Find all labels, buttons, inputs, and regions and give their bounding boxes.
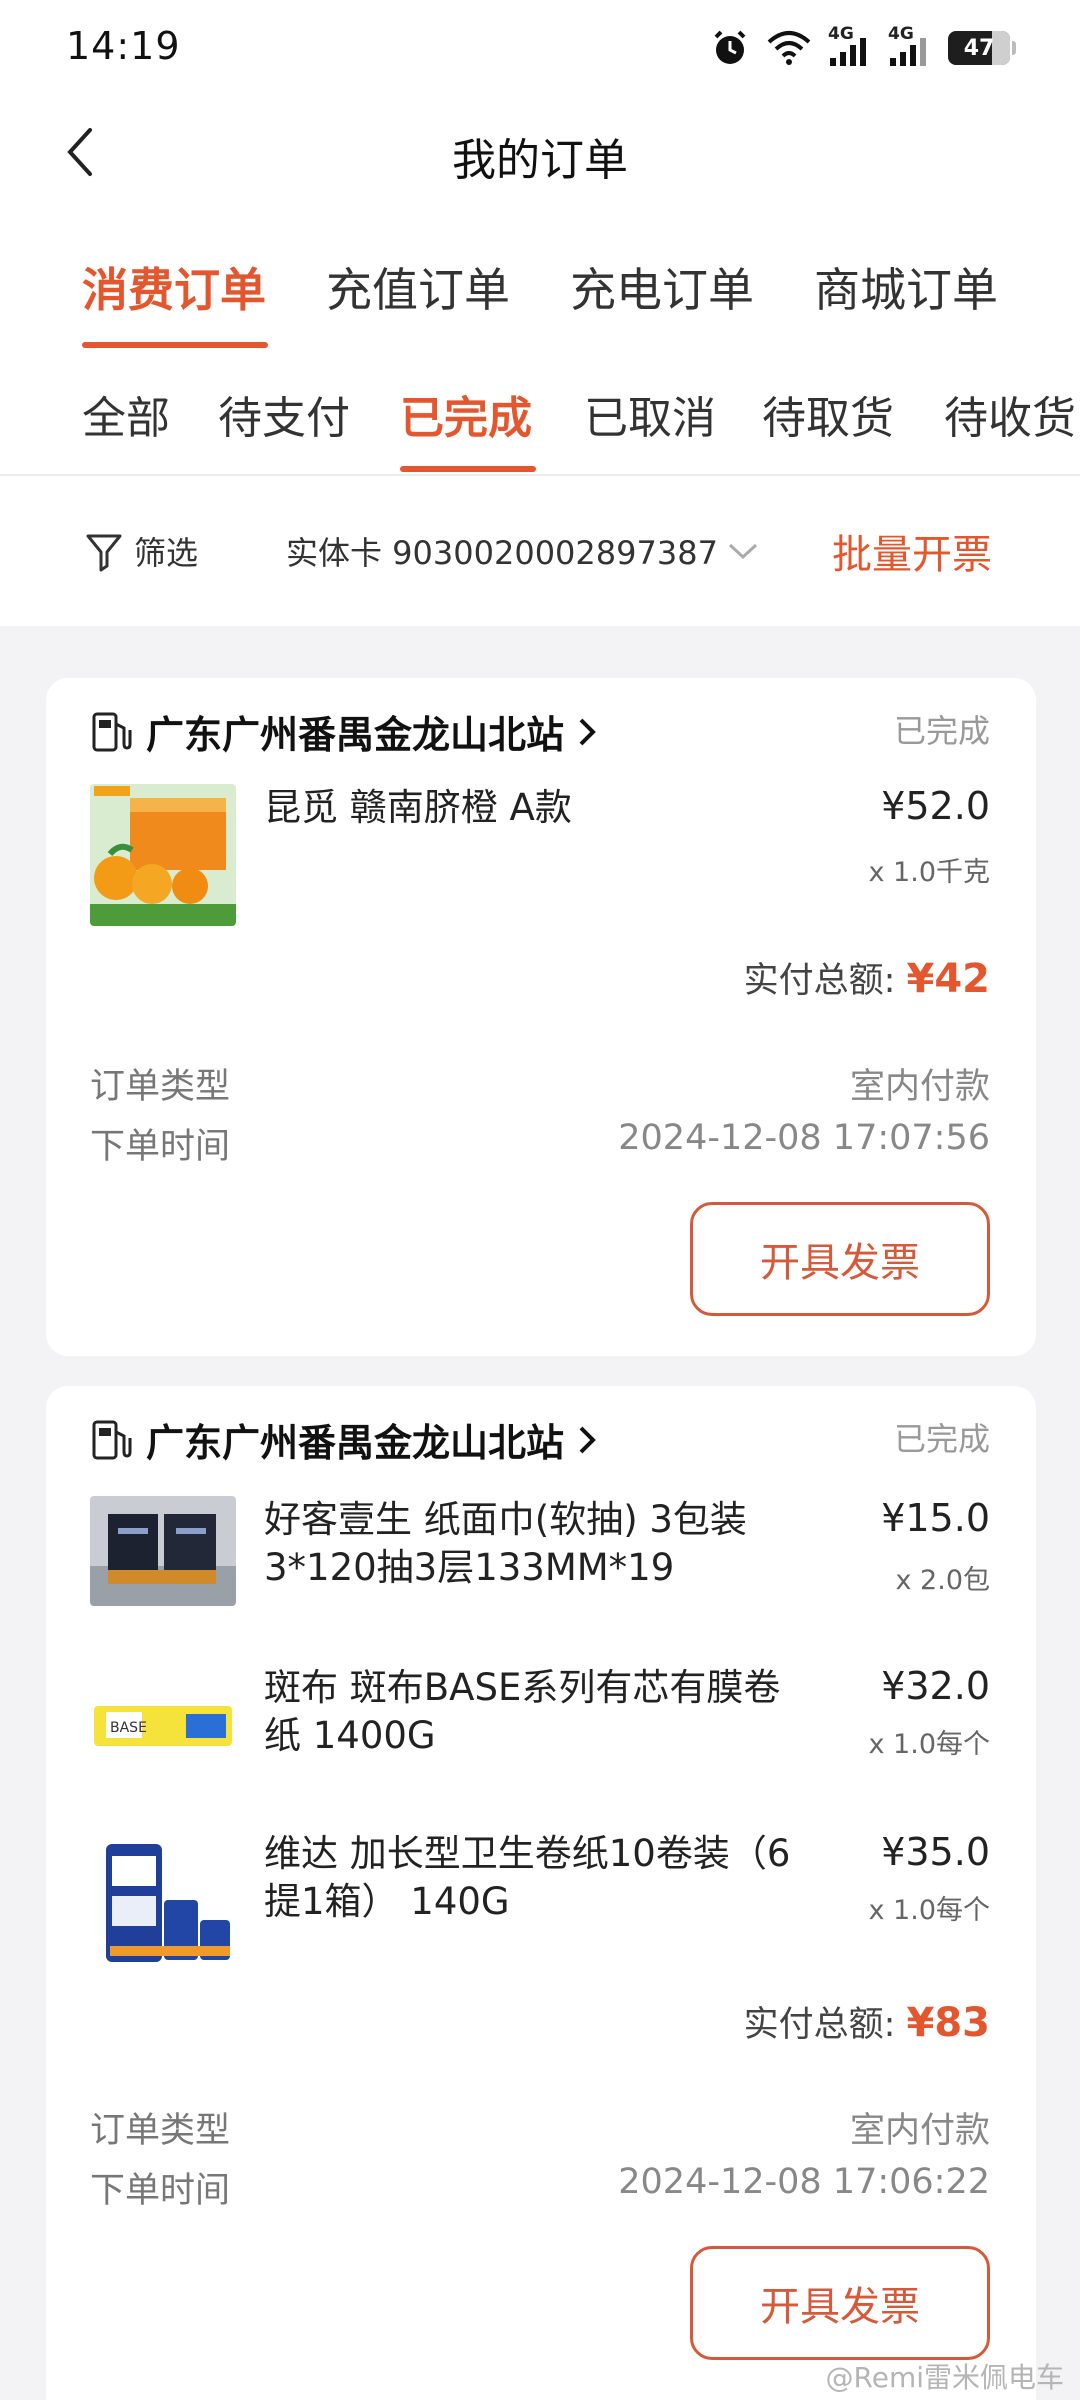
total-label: 实付总额: [743,961,896,1001]
tab-recharge-orders[interactable]: 充值订单 [326,254,510,320]
alarm-icon [714,30,746,64]
list-item[interactable]: BASE 斑布 斑布BASE系列有芯有膜卷纸 1400G ¥32.0 x 1.0… [90,1664,990,1814]
order-time-label: 下单时间 [90,1127,231,1167]
product-price: ¥15.0 [881,1496,990,1540]
product-image-tissue [90,1496,236,1606]
filter-bar: 筛选 实体卡 9030020002897387 批量开票 [0,478,1080,626]
chevron-right-icon [579,718,596,745]
status-bar: 14:19 4G 4G 47 [0,0,1080,96]
signal-bars-icon [890,38,926,66]
order-type-value: 室内付款 [849,1067,990,1107]
wifi-icon [767,31,811,65]
chevron-down-icon [728,543,757,560]
product-quantity: x 1.0每个 [868,1729,991,1760]
order-status-tabs: 全部 待支付 已完成 已取消 待取货 待收货 [0,352,1080,476]
order-total: 实付总额: ¥42 [744,952,990,1003]
order-total: 实付总额: ¥83 [744,1996,990,2047]
station-link[interactable]: 广东广州番禺金龙山北站 [90,1412,598,1467]
navigation-bar: 我的订单 [0,96,1080,208]
product-image-vinda-paper [90,1836,236,1968]
tab-mall-orders[interactable]: 商城订单 [814,254,998,320]
product-quantity: x 2.0包 [895,1565,991,1596]
product-image-roll-paper: BASE [90,1674,236,1774]
product-quantity: x 1.0每个 [868,1895,991,1926]
order-time-value: 2024-12-08 17:06:22 [618,2162,990,2202]
status-time: 14:19 [66,24,181,68]
total-label: 实付总额: [743,2005,896,2045]
card-selector[interactable]: 实体卡 9030020002897387 [286,528,760,574]
signal-2: 4G [888,24,932,68]
tab-consumption-orders[interactable]: 消费订单 [82,254,266,320]
station-link[interactable]: 广东广州番禺金龙山北站 [90,704,598,759]
product-price: ¥52.0 [881,784,990,828]
list-item[interactable]: 昆觅 赣南脐橙 A款 ¥52.0 x 1.0千克 [90,784,990,934]
total-amount: ¥83 [906,2000,991,2046]
issue-invoice-button[interactable]: 开具发票 [690,2246,990,2360]
list-item[interactable]: 维达 加长型卫生卷纸10卷装（6提1箱） 140G ¥35.0 x 1.0每个 [90,1830,990,1980]
product-name: 维达 加长型卫生卷纸10卷装（6提1箱） 140G [264,1832,791,1923]
status-icons: 4G 4G 47 [710,24,1016,70]
order-status: 已完成 [893,712,990,750]
tab-pending-receipt[interactable]: 待收货 [944,382,1076,446]
order-type-tabs: 消费订单 充值订单 充电订单 商城订单 [0,226,1080,352]
chevron-right-icon [579,1426,596,1453]
tab-cancelled[interactable]: 已取消 [584,382,716,446]
station-name: 广东广州番禺金龙山北站 [146,713,565,757]
order-card[interactable]: 广东广州番禺金龙山北站 已完成 昆觅 赣南脐橙 A款 ¥52.0 x 1.0千克… [46,678,1036,1356]
product-image-orange [90,784,236,926]
signal-bars-icon [830,38,866,66]
order-card[interactable]: 广东广州番禺金龙山北站 已完成 好客壹生 纸面巾(软抽) 3包装3*120抽3层… [46,1386,1036,2400]
battery-level: 47 [963,35,995,61]
card-number: 实体卡 9030020002897387 [286,534,718,572]
order-time-label: 下单时间 [90,2171,231,2211]
product-price: ¥35.0 [881,1830,990,1874]
station-name: 广东广州番禺金龙山北站 [146,1421,565,1465]
order-type-label: 订单类型 [90,1067,231,1107]
tab-pending-pickup[interactable]: 待取货 [762,382,894,446]
filter-button[interactable]: 筛选 [84,528,198,574]
header-area: 14:19 4G 4G 47 我的订单 消费订单 充值订单 充电订单 商城订单 … [0,0,1080,626]
list-item[interactable]: 好客壹生 纸面巾(软抽) 3包装3*120抽3层133MM*19 ¥15.0 x… [90,1496,990,1646]
funnel-icon [86,534,122,572]
order-type-value: 室内付款 [849,2111,990,2151]
watermark: @Remi雷米佩电车 [825,2361,1064,2394]
fuel-pump-icon [92,1420,132,1459]
tab-completed[interactable]: 已完成 [400,382,532,446]
signal-1: 4G [828,24,872,68]
active-tab-indicator [82,342,268,348]
filter-label: 筛选 [134,534,199,572]
order-status: 已完成 [893,1420,990,1458]
tab-all[interactable]: 全部 [82,382,170,446]
total-amount: ¥42 [906,956,991,1002]
svg-text:BASE: BASE [110,1720,147,1736]
tab-charging-orders[interactable]: 充电订单 [570,254,754,320]
batch-invoice-button[interactable]: 批量开票 [832,522,992,580]
battery-icon: 47 [948,31,1016,65]
product-name: 昆觅 赣南脐橙 A款 [264,786,572,829]
fuel-pump-icon [92,712,132,751]
order-time-value: 2024-12-08 17:07:56 [618,1118,990,1158]
tab-pending-payment[interactable]: 待支付 [218,382,350,446]
product-quantity: x 1.0千克 [868,857,991,888]
page-title: 我的订单 [452,135,628,186]
product-name: 斑布 斑布BASE系列有芯有膜卷纸 1400G [264,1666,781,1757]
issue-invoice-button[interactable]: 开具发票 [690,1202,990,1316]
product-name: 好客壹生 纸面巾(软抽) 3包装3*120抽3层133MM*19 [264,1498,747,1589]
order-type-label: 订单类型 [90,2111,231,2151]
product-price: ¥32.0 [881,1664,990,1708]
active-status-indicator [400,466,536,472]
